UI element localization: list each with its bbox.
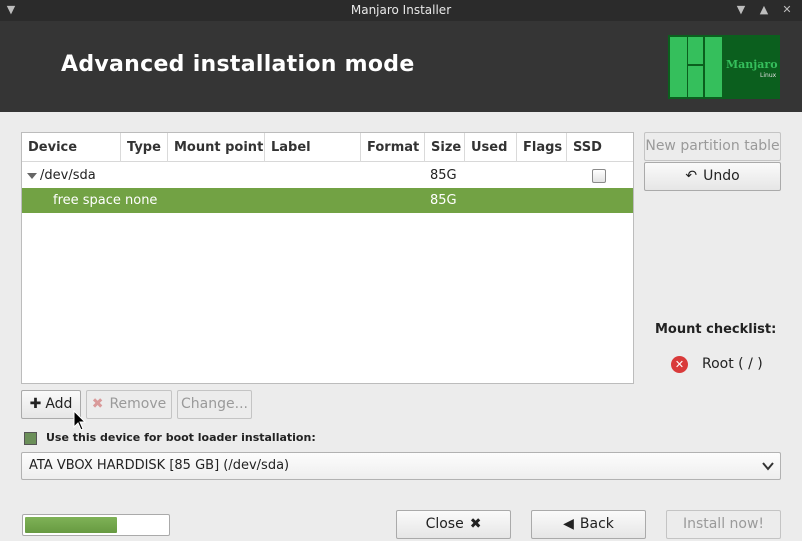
- cell-size: 85G: [430, 193, 457, 208]
- undo-icon: ↶: [685, 168, 698, 184]
- column-header-ssd[interactable]: SSD: [567, 133, 633, 162]
- mount-checklist-item: ✕ Root ( / ): [671, 356, 791, 374]
- column-header-flags[interactable]: Flags: [517, 133, 567, 162]
- add-button[interactable]: ✚ Add: [21, 390, 81, 419]
- bootloader-checkbox-label: Use this device for boot loader installa…: [46, 431, 316, 444]
- partition-table[interactable]: Device Type Mount point Label Format Siz…: [21, 132, 634, 384]
- logo-text: Manjaro: [726, 58, 778, 71]
- column-header-size[interactable]: Size: [425, 133, 465, 162]
- bootloader-checkbox[interactable]: [24, 432, 37, 445]
- new-partition-table-button[interactable]: New partition table: [644, 132, 781, 161]
- column-header-device[interactable]: Device: [22, 133, 121, 162]
- back-label: Back: [579, 516, 614, 532]
- install-now-button[interactable]: Install now!: [666, 510, 781, 539]
- bootloader-device-value: ATA VBOX HARDDISK [85 GB] (/dev/sda): [29, 458, 290, 473]
- column-header-type[interactable]: Type: [121, 133, 168, 162]
- header-banner: Advanced installation mode Manjaro Linux: [0, 21, 802, 112]
- table-row-selected[interactable]: free space none 85G: [22, 188, 633, 213]
- table-header: Device Type Mount point Label Format Siz…: [22, 133, 633, 162]
- bootloader-device-select[interactable]: ATA VBOX HARDDISK [85 GB] (/dev/sda): [21, 452, 781, 480]
- remove-label: Remove: [109, 396, 167, 412]
- plus-icon: ✚: [29, 396, 42, 412]
- mount-item-label: Root ( / ): [702, 356, 763, 372]
- maximize-icon[interactable]: ▲: [757, 3, 771, 17]
- remove-button[interactable]: ✖ Remove: [86, 390, 172, 419]
- undo-label: Undo: [703, 168, 740, 184]
- mouse-pointer-icon: [73, 410, 87, 431]
- cell-type: none: [125, 193, 158, 208]
- back-button[interactable]: ◀ Back: [531, 510, 646, 539]
- progress-fill: [25, 517, 117, 533]
- cell-size: 85G: [430, 168, 457, 183]
- main-content: Device Type Mount point Label Format Siz…: [0, 112, 802, 541]
- cell-device: free space: [53, 193, 121, 208]
- manjaro-logo: Manjaro Linux: [668, 35, 780, 99]
- error-circle-icon: ✕: [671, 356, 688, 373]
- back-arrow-icon: ◀: [563, 516, 574, 532]
- close-label: Close: [425, 516, 464, 532]
- cell-device: /dev/sda: [40, 168, 96, 183]
- column-header-label[interactable]: Label: [265, 133, 361, 162]
- column-header-mount-point[interactable]: Mount point: [168, 133, 265, 162]
- column-header-format[interactable]: Format: [361, 133, 425, 162]
- mount-checklist-title: Mount checklist:: [655, 322, 777, 337]
- window-title: Manjaro Installer: [350, 3, 452, 17]
- table-row[interactable]: /dev/sda 85G: [22, 163, 633, 188]
- install-progress-bar: [22, 514, 170, 536]
- minimize-icon[interactable]: ▼: [734, 3, 748, 17]
- expander-arrow-icon[interactable]: [27, 173, 37, 179]
- add-label: Add: [45, 396, 73, 412]
- column-header-used[interactable]: Used: [465, 133, 517, 162]
- undo-button[interactable]: ↶ Undo: [644, 162, 781, 191]
- change-button[interactable]: Change...: [177, 390, 252, 419]
- chevron-down-icon: [762, 462, 774, 471]
- page-title: Advanced installation mode: [61, 52, 415, 77]
- close-button[interactable]: Close ✖: [396, 510, 511, 539]
- remove-x-icon: ✖: [91, 396, 104, 412]
- logo-subtext: Linux: [760, 72, 777, 79]
- window-titlebar: ▼ Manjaro Installer ▼ ▲ ✕: [0, 0, 802, 21]
- ssd-checkbox[interactable]: [592, 169, 606, 183]
- close-x-icon: ✖: [469, 516, 482, 532]
- close-window-icon[interactable]: ✕: [780, 3, 794, 17]
